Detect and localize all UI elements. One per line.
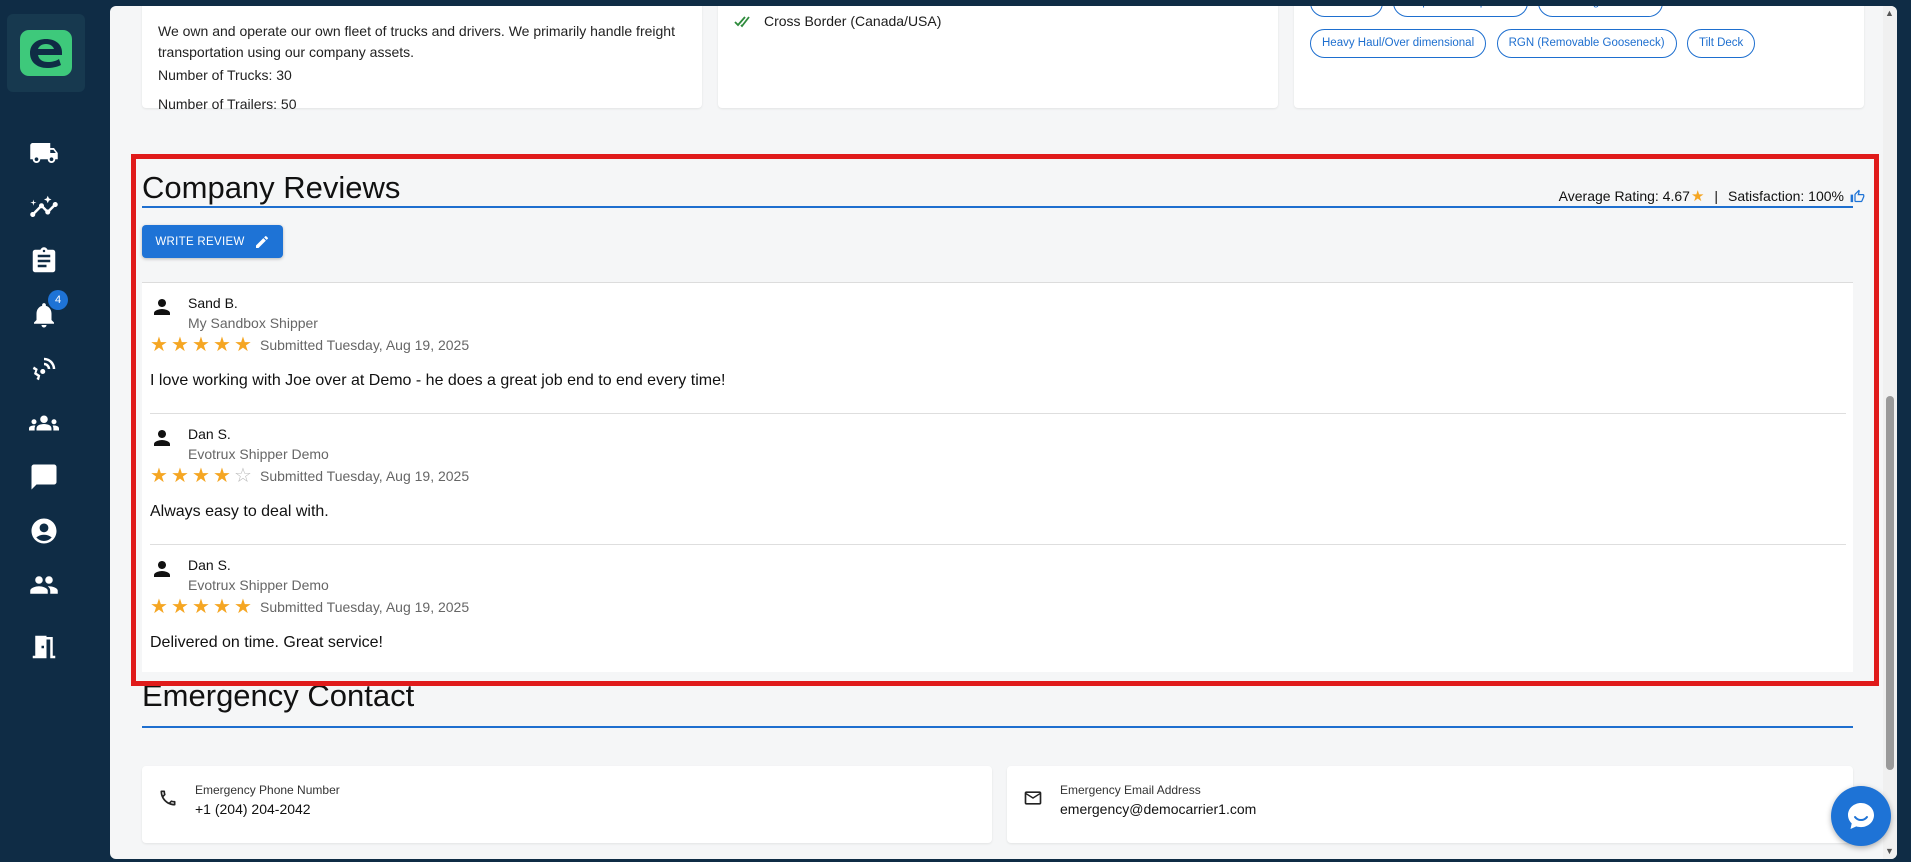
services-card: Cross Border (Canada/USA) — [718, 6, 1278, 108]
star-filled-icon: ★ — [234, 596, 252, 618]
groups-icon[interactable] — [24, 405, 64, 441]
star-filled-icon: ★ — [213, 465, 231, 487]
rating-separator: | — [1714, 188, 1719, 204]
equipment-tag: Conestoga/Roll-Tite — [1538, 6, 1664, 17]
equipment-tag: Step Deck/Drop Deck — [1393, 6, 1528, 17]
review-divider — [150, 413, 1846, 414]
people-icon[interactable] — [24, 567, 64, 603]
star-filled-icon: ★ — [150, 465, 168, 487]
star-filled-icon: ★ — [213, 596, 231, 618]
thumbs-up-icon — [1850, 189, 1865, 202]
service-label: Cross Border (Canada/USA) — [764, 13, 942, 29]
fleet-card: We own and operate our own fleet of truc… — [142, 6, 702, 112]
star-filled-icon: ★ — [171, 465, 189, 487]
reviewer-name: Dan S. — [188, 426, 231, 442]
star-filled-icon: ★ — [213, 334, 231, 356]
review-text: Delivered on time. Great service! — [150, 634, 383, 651]
analytics-icon[interactable] — [24, 189, 64, 225]
emergency-title: Emergency Contact — [142, 678, 415, 713]
equipment-tags-row-1: Flat Deck Step Deck/Drop Deck Conestoga/… — [1310, 6, 1669, 17]
scrollbar-thumb[interactable] — [1886, 396, 1894, 770]
email-value[interactable]: emergency@democarrier1.com — [1060, 801, 1256, 817]
review-item: Sand B. My Sandbox Shipper ★ ★ ★ ★ ★ Sub… — [150, 295, 1846, 415]
star-icon: ★ — [1690, 188, 1705, 205]
review-text: Always easy to deal with. — [150, 503, 329, 520]
reviews-list: Sand B. My Sandbox Shipper ★ ★ ★ ★ ★ Sub… — [142, 282, 1853, 672]
person-icon — [150, 426, 174, 450]
equipment-tags-row-2: Heavy Haul/Over dimensional RGN (Removab… — [1310, 29, 1761, 58]
rating-summary: Average Rating: 4.67 ★ | Satisfaction: 1… — [1559, 187, 1865, 205]
chat-icon[interactable] — [24, 459, 64, 495]
scroll-down-icon[interactable]: ▼ — [1885, 846, 1894, 856]
notification-badge: 4 — [48, 290, 68, 310]
trailer-count: Number of Trailers: 50 — [158, 96, 297, 112]
review-item: Dan S. Evotrux Shipper Demo ★ ★ ★ ★ ★ Su… — [150, 557, 1846, 669]
review-item: Dan S. Evotrux Shipper Demo ★ ★ ★ ★ ☆ Su… — [150, 426, 1846, 546]
review-date: Submitted Tuesday, Aug 19, 2025 — [260, 337, 470, 353]
average-rating: Average Rating: 4.67 — [1558, 188, 1690, 204]
review-date: Submitted Tuesday, Aug 19, 2025 — [260, 468, 470, 484]
logout-icon[interactable] — [24, 629, 64, 665]
star-empty-icon: ☆ — [234, 465, 252, 487]
chat-bubble-icon — [1848, 803, 1874, 829]
review-date: Submitted Tuesday, Aug 19, 2025 — [260, 599, 470, 615]
reviewer-company: Evotrux Shipper Demo — [188, 577, 329, 593]
reviewer-company: Evotrux Shipper Demo — [188, 446, 329, 462]
star-filled-icon: ★ — [150, 596, 168, 618]
reviewer-name: Dan S. — [188, 557, 231, 573]
sidebar: 4 — [0, 0, 110, 862]
emergency-divider — [142, 726, 1853, 728]
truck-icon[interactable] — [24, 135, 64, 171]
review-divider — [150, 544, 1846, 545]
equipment-tag: Tilt Deck — [1686, 29, 1756, 58]
reviewer-name: Sand B. — [188, 295, 238, 311]
rating-stars: ★ ★ ★ ★ ★ — [150, 335, 254, 355]
scroll-up-icon[interactable]: ▲ — [1885, 8, 1894, 18]
star-filled-icon: ★ — [171, 596, 189, 618]
equipment-card: Flat Deck Step Deck/Drop Deck Conestoga/… — [1294, 6, 1864, 108]
review-text: I love working with Joe over at Demo - h… — [150, 372, 726, 389]
app-logo[interactable] — [7, 14, 85, 92]
person-icon — [150, 557, 174, 581]
star-filled-icon: ★ — [192, 465, 210, 487]
account-icon[interactable] — [24, 513, 64, 549]
equipment-tag: RGN (Removable Gooseneck) — [1496, 29, 1677, 58]
emergency-email-card: Emergency Email Address emergency@democa… — [1007, 766, 1853, 843]
satisfaction-rate: Satisfaction: 100% — [1728, 188, 1844, 204]
equipment-tag: Heavy Haul/Over dimensional — [1310, 29, 1487, 58]
clipboard-icon[interactable] — [24, 243, 64, 279]
star-filled-icon: ★ — [150, 334, 168, 356]
truck-count: Number of Trucks: 30 — [158, 67, 292, 83]
write-review-button[interactable]: WRITE REVIEW — [142, 225, 283, 258]
reviewer-company: My Sandbox Shipper — [188, 315, 318, 331]
vertical-scrollbar[interactable]: ▲ ▼ — [1883, 6, 1897, 859]
equipment-tag: Flat Deck — [1310, 6, 1383, 17]
main-content: We own and operate our own fleet of truc… — [110, 6, 1897, 859]
phone-label: Emergency Phone Number — [195, 783, 340, 797]
star-filled-icon: ★ — [192, 334, 210, 356]
write-review-label: WRITE REVIEW — [155, 235, 245, 248]
star-filled-icon: ★ — [234, 334, 252, 356]
rating-stars: ★ ★ ★ ★ ☆ — [150, 466, 254, 486]
logo-tile — [20, 30, 72, 76]
phone-icon — [158, 788, 178, 808]
reviews-divider — [142, 206, 1853, 208]
tracking-icon[interactable] — [24, 351, 64, 387]
phone-value[interactable]: +1 (204) 204-2042 — [195, 801, 311, 817]
pencil-icon — [255, 235, 268, 248]
mail-icon — [1023, 788, 1043, 808]
service-item: Cross Border (Canada/USA) — [734, 13, 941, 29]
double-check-icon — [734, 16, 750, 28]
logo-e-icon — [30, 39, 62, 68]
star-filled-icon: ★ — [192, 596, 210, 618]
reviews-title: Company Reviews — [142, 170, 401, 205]
star-filled-icon: ★ — [171, 334, 189, 356]
person-icon — [150, 295, 174, 319]
email-label: Emergency Email Address — [1060, 783, 1201, 797]
emergency-phone-card: Emergency Phone Number +1 (204) 204-2042 — [142, 766, 992, 843]
fleet-description: We own and operate our own fleet of truc… — [158, 23, 675, 60]
chat-widget-button[interactable] — [1831, 786, 1891, 846]
rating-stars: ★ ★ ★ ★ ★ — [150, 597, 254, 617]
